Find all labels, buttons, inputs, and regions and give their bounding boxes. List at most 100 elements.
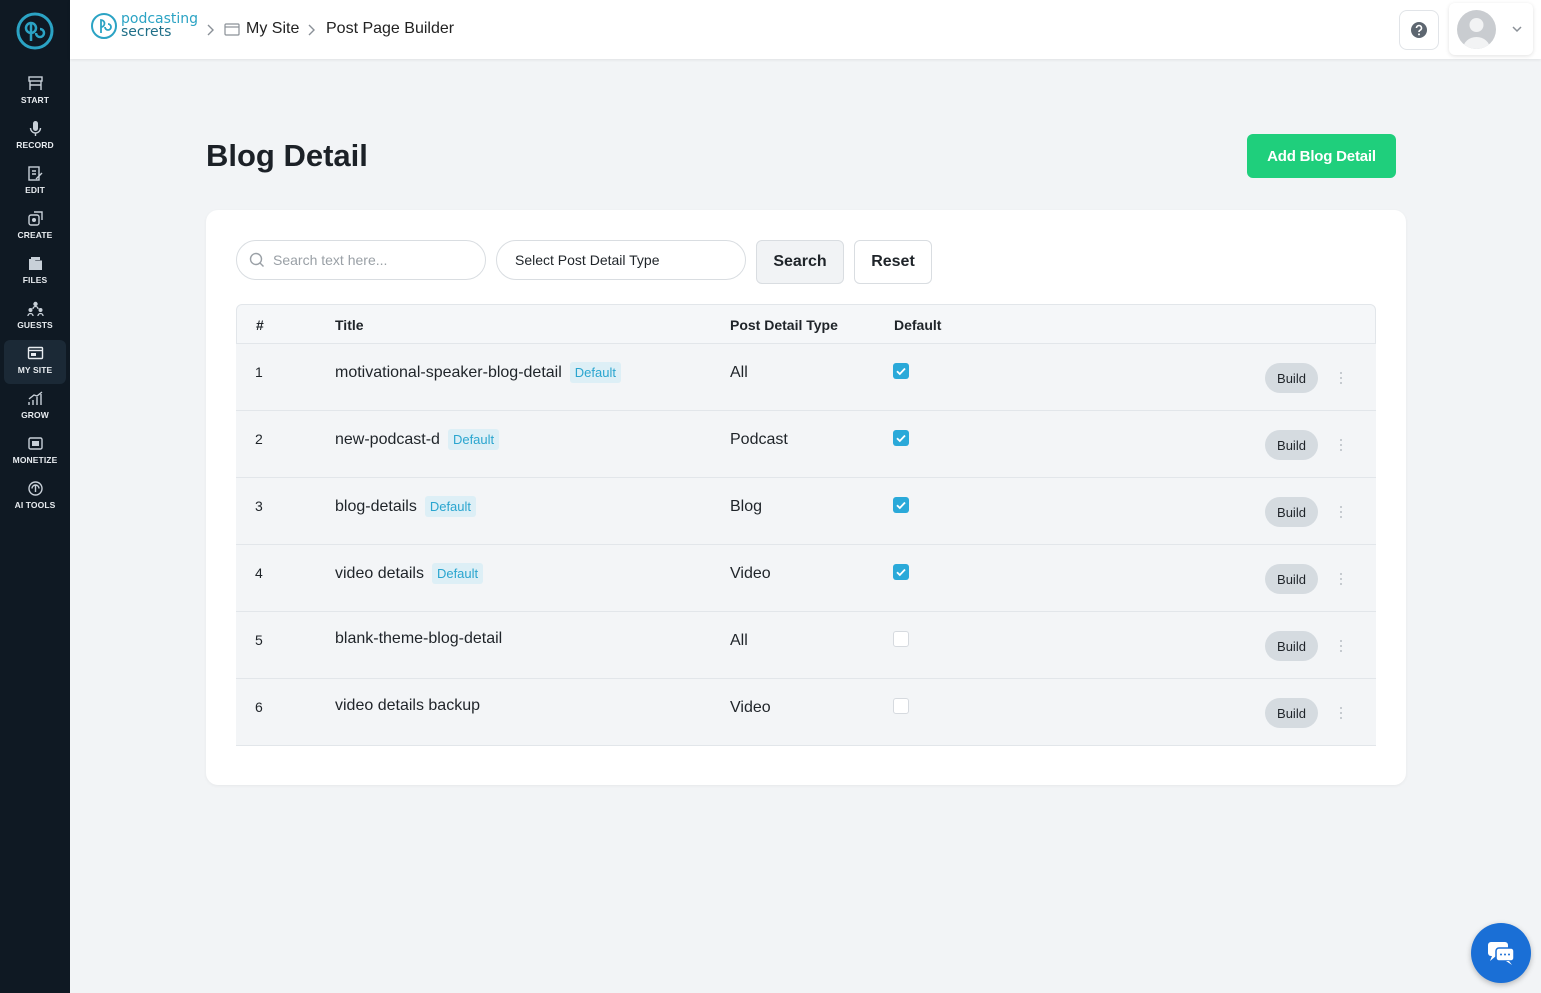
row-title: video details backup — [335, 697, 480, 715]
search-input[interactable] — [273, 252, 463, 268]
sidebar-item-guests[interactable]: GUESTS — [4, 295, 66, 339]
build-button[interactable]: Build — [1265, 497, 1318, 527]
table-row: 1 motivational-speaker-blog-detail Defau… — [236, 344, 1376, 411]
build-button[interactable]: Build — [1265, 564, 1318, 594]
table-row: 5 blank-theme-blog-detail All Build — [236, 612, 1376, 679]
sidebar-item-files[interactable]: FILES — [4, 250, 66, 294]
chevron-down-icon — [1512, 26, 1522, 33]
row-title-text: new-podcast-d — [335, 430, 440, 448]
sidebar-item-label: GUESTS — [17, 320, 53, 330]
sidebar-item-edit[interactable]: EDIT — [4, 160, 66, 204]
column-header-number: # — [256, 317, 264, 333]
sidebar-item-label: CREATE — [17, 230, 53, 240]
checkmark-icon — [896, 434, 906, 443]
breadcrumb-post-page-builder: Post Page Builder — [326, 20, 455, 37]
search-field[interactable] — [236, 240, 486, 280]
sidebar-item-my-site[interactable]: MY SITE — [4, 340, 66, 384]
more-options-icon[interactable] — [1336, 569, 1346, 589]
site-icon — [27, 346, 43, 360]
row-post-detail-type: All — [730, 632, 748, 649]
user-menu-button[interactable] — [1449, 3, 1533, 55]
checkmark-icon — [896, 568, 906, 577]
start-icon — [27, 76, 43, 90]
row-number: 6 — [255, 699, 263, 715]
row-title: new-podcast-d Default — [335, 429, 500, 450]
app-logo-icon[interactable] — [15, 11, 55, 51]
edit-icon — [27, 166, 42, 181]
brand-name: podcasting secrets — [121, 12, 198, 40]
sidebar-item-label: FILES — [22, 275, 48, 285]
reset-button[interactable]: Reset — [854, 240, 932, 284]
row-post-detail-type: All — [730, 364, 748, 381]
table-row: 6 video details backup Video Build — [236, 679, 1376, 746]
grow-icon — [27, 391, 42, 405]
sidebar-item-label: EDIT — [25, 185, 45, 195]
brand-line-2: secrets — [121, 24, 172, 40]
create-icon — [27, 211, 43, 226]
build-button[interactable]: Build — [1265, 631, 1318, 661]
row-title-text: motivational-speaker-blog-detail — [335, 363, 562, 381]
build-button[interactable]: Build — [1265, 430, 1318, 460]
more-options-icon[interactable] — [1336, 636, 1346, 656]
chevron-right-icon — [207, 24, 214, 36]
row-title-text: video details backup — [335, 697, 480, 714]
row-post-detail-type: Blog — [730, 498, 763, 515]
top-header: podcasting secrets My Site Post Page Bui… — [70, 0, 1541, 59]
sidebar-item-create[interactable]: CREATE — [4, 205, 66, 249]
checkmark-icon — [896, 367, 906, 376]
search-button[interactable]: Search — [756, 240, 844, 284]
table-header: # Title Post Detail Type Default — [236, 304, 1376, 344]
microphone-icon — [29, 121, 41, 136]
brand-logo[interactable]: podcasting secrets — [90, 12, 198, 40]
default-checkbox[interactable] — [893, 564, 909, 580]
column-header-default: Default — [894, 317, 942, 333]
more-options-icon[interactable] — [1336, 502, 1346, 522]
build-button[interactable]: Build — [1265, 363, 1318, 393]
default-checkbox[interactable] — [893, 430, 909, 446]
sidebar-item-label: AI TOOLS — [14, 500, 56, 510]
sidebar-item-start[interactable]: START — [4, 70, 66, 114]
more-options-icon[interactable] — [1336, 368, 1346, 388]
column-header-post-detail-type: Post Detail Type — [730, 317, 838, 333]
chevron-right-icon — [308, 24, 315, 36]
row-title: blog-details Default — [335, 496, 477, 517]
row-number: 5 — [255, 632, 263, 648]
table-row: 3 blog-details Default Blog Build — [236, 478, 1376, 545]
row-number: 1 — [255, 364, 263, 380]
sidebar-item-record[interactable]: RECORD — [4, 115, 66, 159]
add-blog-detail-button[interactable]: Add Blog Detail — [1247, 134, 1396, 178]
sidebar-item-ai-tools[interactable]: AI TOOLS — [4, 475, 66, 519]
default-checkbox[interactable] — [893, 631, 909, 647]
row-title-text: video details — [335, 564, 424, 582]
table-row: 4 video details Default Video Build — [236, 545, 1376, 612]
help-icon — [1411, 22, 1427, 38]
help-button[interactable] — [1399, 10, 1439, 50]
files-icon — [28, 257, 42, 270]
more-options-icon[interactable] — [1336, 703, 1346, 723]
row-title: video details Default — [335, 563, 484, 584]
more-options-icon[interactable] — [1336, 435, 1346, 455]
sidebar-item-grow[interactable]: GROW — [4, 385, 66, 429]
row-title: blank-theme-blog-detail — [335, 630, 502, 648]
row-number: 2 — [255, 431, 263, 447]
build-button[interactable]: Build — [1265, 698, 1318, 728]
default-checkbox[interactable] — [893, 363, 909, 379]
default-checkbox[interactable] — [893, 497, 909, 513]
user-avatar-icon — [1463, 18, 1490, 49]
row-post-detail-type: Video — [730, 699, 771, 716]
sidebar: START RECORD EDIT CREATE FILES GUESTS MY… — [0, 0, 70, 993]
default-badge: Default — [569, 362, 621, 383]
sidebar-item-label: RECORD — [16, 140, 54, 150]
breadcrumb-my-site[interactable]: My Site — [246, 20, 299, 38]
row-number: 4 — [255, 565, 263, 581]
row-title-text: blog-details — [335, 497, 417, 515]
chat-widget-button[interactable] — [1471, 923, 1531, 983]
sidebar-item-monetize[interactable]: MONETIZE — [4, 430, 66, 474]
row-post-detail-type: Podcast — [730, 431, 788, 448]
default-badge: Default — [424, 496, 477, 517]
row-title-text: blank-theme-blog-detail — [335, 630, 503, 647]
brand-logo-icon — [91, 13, 117, 39]
post-detail-type-select[interactable]: Select Post Detail Type — [496, 240, 746, 280]
default-checkbox[interactable] — [893, 698, 909, 714]
site-icon — [224, 23, 240, 36]
